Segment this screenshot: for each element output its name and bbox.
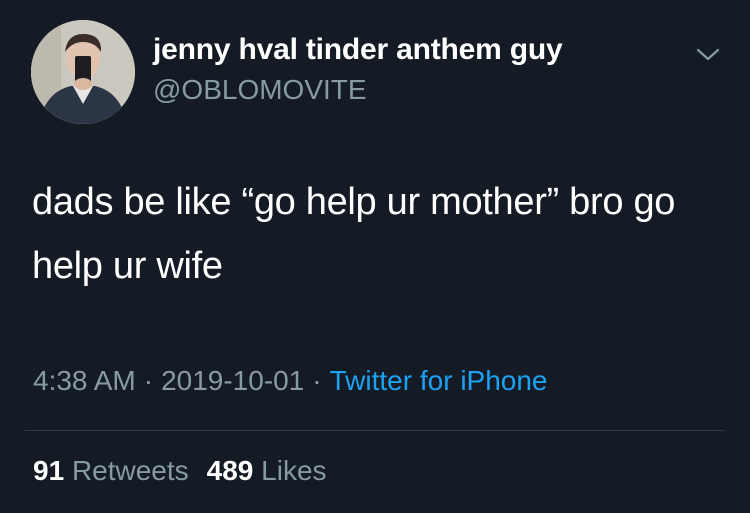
tweet-card: jenny hval tinder anthem guy @OBLOMOVITE… bbox=[0, 0, 750, 513]
meta-separator: · bbox=[143, 365, 154, 396]
tweet-date[interactable]: 2019-10-01 bbox=[161, 365, 304, 396]
tweet-text: dads be like “go help ur mother” bro go … bbox=[32, 181, 676, 287]
tweet-meta: 4:38 AM · 2019-10-01 · Twitter for iPhone bbox=[33, 365, 548, 397]
likes-stat[interactable]: 489 Likes bbox=[207, 455, 327, 486]
avatar[interactable] bbox=[31, 20, 135, 124]
tweet-stats: 91 Retweets 489 Likes bbox=[33, 455, 327, 487]
retweets-count: 91 bbox=[33, 455, 65, 486]
retweets-label: Retweets bbox=[71, 455, 189, 486]
tweet-time[interactable]: 4:38 AM bbox=[33, 365, 136, 396]
divider bbox=[25, 430, 725, 431]
meta-separator: · bbox=[312, 365, 322, 396]
likes-count: 489 bbox=[206, 455, 254, 486]
likes-label: Likes bbox=[261, 455, 327, 486]
tweet-source-link[interactable]: Twitter for iPhone bbox=[330, 365, 548, 396]
display-name[interactable]: jenny hval tinder anthem guy bbox=[153, 33, 563, 67]
chevron-down-icon[interactable] bbox=[694, 44, 722, 64]
retweets-stat[interactable]: 91 Retweets bbox=[33, 455, 189, 486]
user-handle[interactable]: @OBLOMOVITE bbox=[153, 74, 367, 106]
